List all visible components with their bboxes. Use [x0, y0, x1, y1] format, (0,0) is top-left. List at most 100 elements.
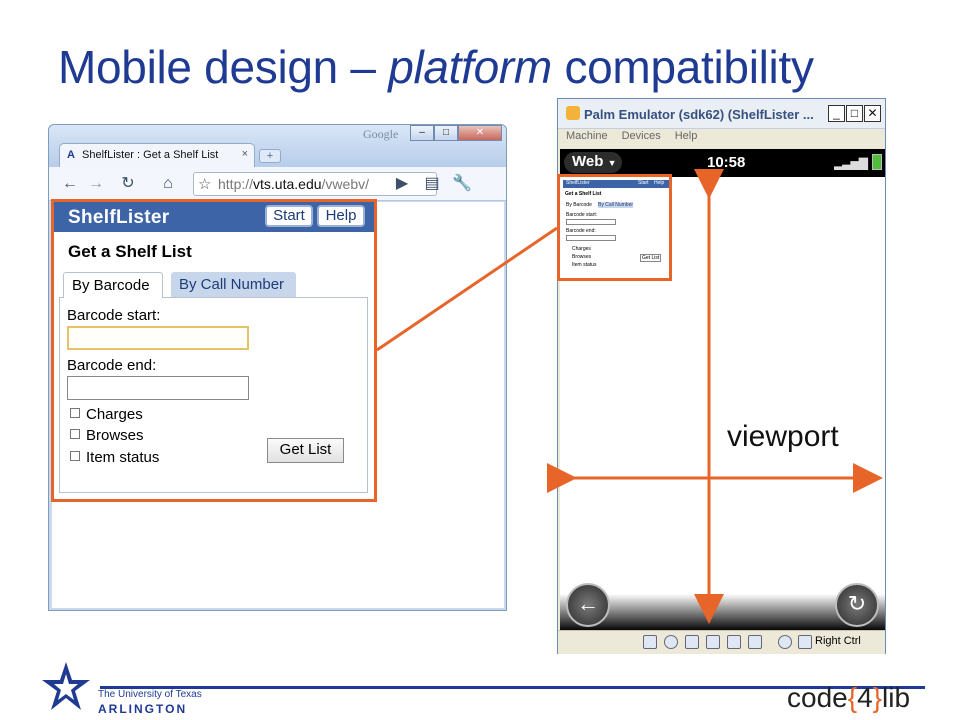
uta-star-logo-icon — [42, 662, 90, 710]
menu-help[interactable]: Help — [675, 130, 698, 142]
uta-line1: The University of Texas — [98, 689, 202, 700]
google-label: Google — [363, 127, 399, 141]
barcode-start-input[interactable] — [67, 326, 249, 350]
checkbox-box[interactable] — [70, 429, 80, 439]
charges-checkbox[interactable]: Charges — [70, 406, 143, 423]
maximize-button[interactable]: □ — [434, 125, 458, 141]
usb-icon[interactable] — [706, 635, 720, 649]
forward-icon[interactable]: → — [85, 173, 107, 195]
signal-icon: ▂▃▅▇ — [834, 156, 868, 170]
code4lib-lib: lib — [882, 682, 911, 713]
web-label: Web — [572, 153, 604, 170]
checkbox-box[interactable] — [70, 408, 80, 418]
host-key-label: Right Ctrl — [815, 635, 861, 647]
chrome-toolbar: ← → ↻ ⌂ ☆ http://vts.uta.edu/vwebv/ ▶ ▤ … — [49, 167, 506, 201]
viewport-label: viewport — [727, 420, 839, 453]
page-heading: Get a Shelf List — [68, 242, 192, 261]
disk-icon[interactable] — [643, 635, 657, 649]
code4lib-four: 4 — [857, 682, 873, 713]
palm-menubar: Machine Devices Help — [558, 130, 885, 148]
back-arrow-icon[interactable]: ← — [566, 583, 610, 627]
new-tab-button[interactable]: + — [259, 149, 281, 163]
keyboard-icon[interactable] — [798, 635, 812, 649]
code4lib-rbrace: } — [872, 682, 883, 713]
slide-title: Mobile design – platform compatibility — [58, 40, 814, 94]
battery-icon — [872, 154, 882, 170]
url-domain: vts.uta.edu — [253, 176, 322, 192]
mini-browses: Browses — [572, 254, 592, 260]
item-status-label: Item status — [86, 449, 160, 466]
home-icon[interactable]: ⌂ — [157, 173, 179, 195]
clock: 10:58 — [707, 154, 746, 171]
mini-input-start — [566, 219, 616, 225]
display-icon[interactable] — [748, 635, 762, 649]
checkbox-box[interactable] — [70, 451, 80, 461]
mini-heading: Get a Shelf List — [565, 191, 602, 197]
menu-machine[interactable]: Machine — [566, 130, 608, 142]
palm-app-icon — [566, 106, 580, 120]
palm-title: Palm Emulator (sdk62) (ShelfLister ... — [584, 107, 814, 122]
mini-item-status: Item status — [572, 262, 597, 268]
barcode-start-label: Barcode start: — [67, 307, 161, 324]
phone-status-bar: Web ▼ 10:58 ▂▃▅▇ — [560, 149, 885, 177]
charges-label: Charges — [86, 406, 143, 423]
mini-input-end — [566, 235, 616, 241]
network-icon[interactable] — [685, 635, 699, 649]
close-button[interactable]: ✕ — [458, 125, 502, 141]
get-list-button[interactable]: Get List — [267, 438, 344, 463]
mini-get-list: Get List — [640, 254, 662, 262]
star-icon[interactable]: ☆ — [198, 175, 211, 193]
shelflister-title: ShelfLister — [68, 207, 170, 228]
minimize-button[interactable]: – — [410, 125, 434, 141]
code4lib-logo: code{4}lib — [787, 682, 910, 714]
code4lib-code: code — [787, 682, 848, 713]
page-icon[interactable]: ▤ — [421, 173, 443, 195]
menu-devices[interactable]: Devices — [622, 130, 661, 142]
browser-tab[interactable]: A ShelfLister : Get a Shelf List × — [59, 143, 255, 167]
mini-start: Start — [638, 180, 649, 186]
chevron-down-icon: ▼ — [607, 158, 617, 168]
url-prefix: http:// — [218, 176, 254, 192]
wrench-icon[interactable]: 🔧 — [451, 173, 473, 195]
slide-title-emphasis: platform — [388, 41, 552, 93]
palm-status-bar: Right Ctrl — [558, 630, 885, 654]
tab-by-barcode[interactable]: By Barcode — [63, 272, 163, 298]
code4lib-lbrace: { — [847, 682, 858, 713]
browser-tab-title: ShelfLister : Get a Shelf List — [82, 149, 219, 161]
barcode-end-input[interactable] — [67, 376, 249, 400]
mobile-shelflister-preview: ShelfLister Start Help Get a Shelf List … — [557, 174, 672, 281]
reload-icon[interactable]: ↻ — [117, 173, 139, 195]
web-app-menu[interactable]: Web ▼ — [564, 152, 622, 173]
mini-help: Help — [654, 180, 665, 186]
browses-checkbox[interactable]: Browses — [70, 427, 144, 444]
mini-barcode-start: Barcode start: — [566, 212, 598, 218]
slide-title-suffix: compatibility — [551, 41, 814, 93]
palm-titlebar: Palm Emulator (sdk62) (ShelfLister ... _… — [558, 99, 885, 129]
go-icon[interactable]: ▶ — [391, 173, 413, 195]
cd-icon[interactable] — [664, 635, 678, 649]
folder-icon[interactable] — [727, 635, 741, 649]
refresh-icon[interactable]: ↻ — [835, 583, 879, 627]
mini-charges: Charges — [572, 246, 591, 252]
tab-by-call-number[interactable]: By Call Number — [171, 272, 296, 298]
url-path: /vwebv/ — [321, 176, 369, 192]
chrome-titlebar: Google – □ ✕ A ShelfLister : Get a Shelf… — [49, 125, 506, 167]
mouse-icon[interactable] — [778, 635, 792, 649]
tab-close-icon[interactable]: × — [242, 148, 248, 160]
palm-minimize-button[interactable]: _ — [828, 105, 845, 122]
browses-label: Browses — [86, 427, 144, 444]
start-button[interactable]: Start — [265, 205, 313, 227]
barcode-end-label: Barcode end: — [67, 357, 157, 374]
mini-title: ShelfLister — [566, 180, 590, 186]
help-button[interactable]: Help — [317, 205, 365, 227]
uta-line2: ARLINGTON — [98, 702, 188, 716]
back-icon[interactable]: ← — [59, 173, 81, 195]
palm-close-button[interactable]: ✕ — [864, 105, 881, 122]
mini-tab-barcode: By Barcode — [566, 202, 592, 208]
uta-favicon-icon: A — [67, 149, 75, 161]
mini-tab-call-number: By Call Number — [598, 202, 634, 208]
slide-title-prefix: Mobile design – — [58, 41, 389, 93]
palm-maximize-button[interactable]: □ — [846, 105, 863, 122]
item-status-checkbox[interactable]: Item status — [70, 449, 159, 466]
shelflister-header: ShelfLister Start Help — [54, 202, 374, 232]
